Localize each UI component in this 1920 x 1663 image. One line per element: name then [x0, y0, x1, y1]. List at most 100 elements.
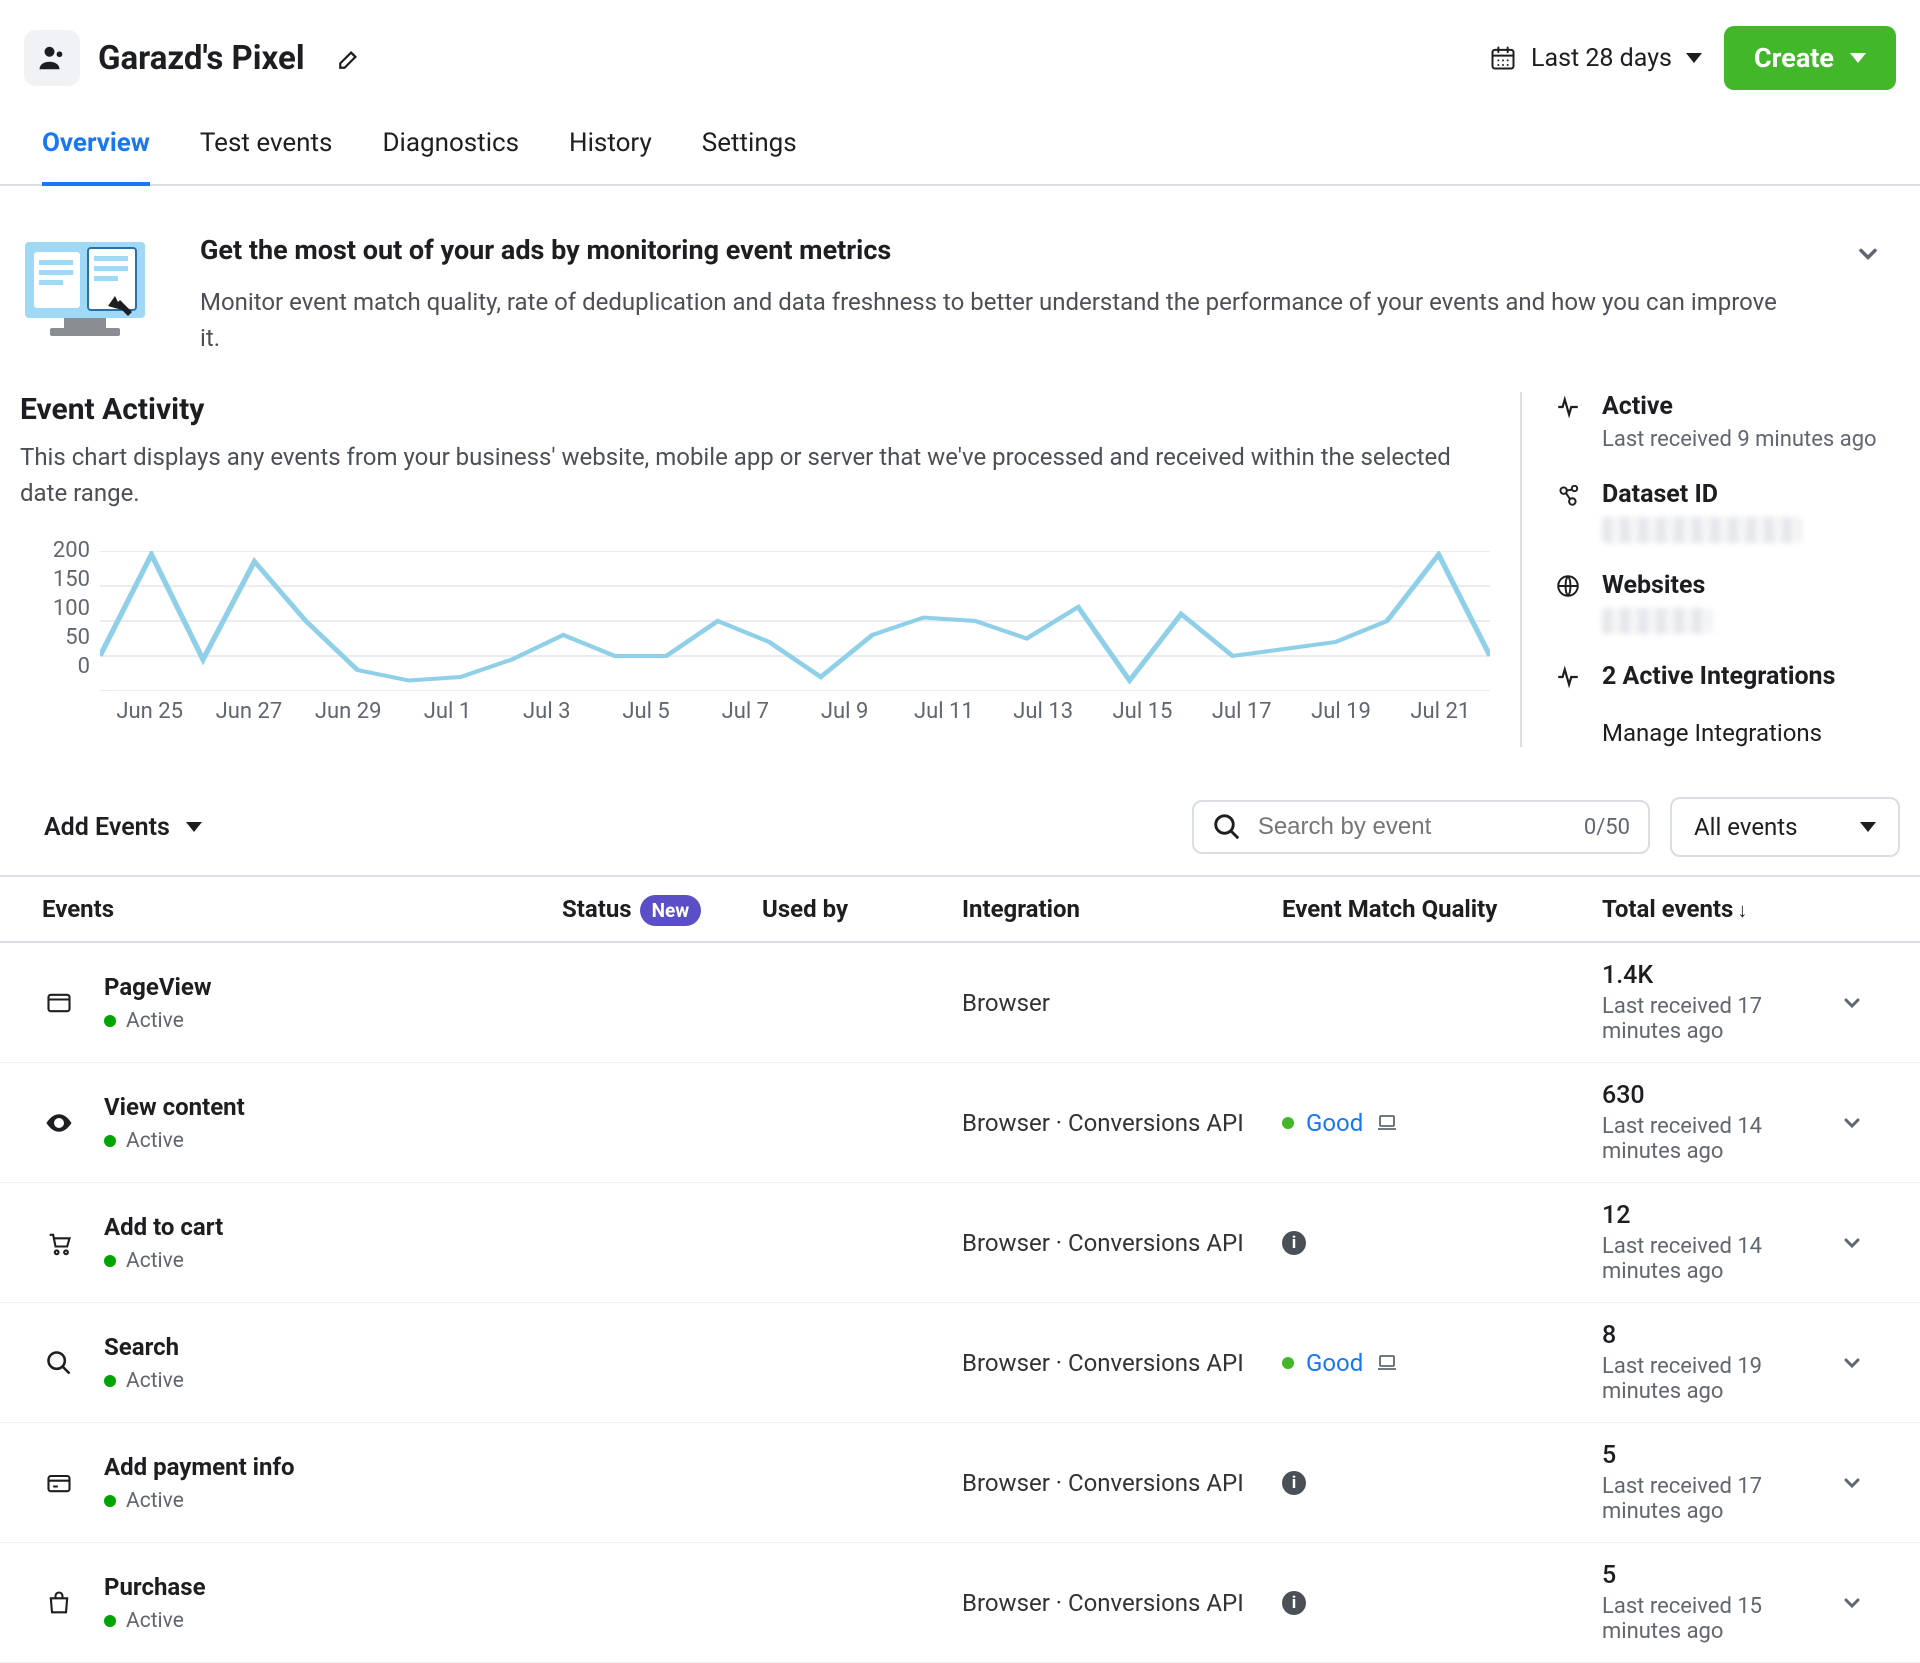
expand-row-button[interactable]: [1840, 1231, 1900, 1255]
quality-cell: i: [1282, 1591, 1602, 1615]
quality-link[interactable]: Good: [1306, 1109, 1363, 1137]
info-icon[interactable]: i: [1282, 1591, 1306, 1615]
event-status: Active: [104, 1249, 223, 1273]
banner-body: Get the most out of your ads by monitori…: [200, 234, 1786, 356]
event-status: Active: [104, 1369, 184, 1393]
search-box[interactable]: 0/50: [1192, 800, 1650, 854]
events-table: Events StatusNew Used by Integration Eve…: [0, 875, 1920, 1663]
info-icon[interactable]: i: [1282, 1231, 1306, 1255]
laptop-icon: [1375, 1351, 1399, 1375]
events-filter-dropdown[interactable]: All events: [1670, 797, 1900, 857]
quality-cell: i: [1282, 1471, 1602, 1495]
tab-settings[interactable]: Settings: [702, 114, 797, 184]
table-row[interactable]: View contentActiveBrowser · Conversions …: [0, 1063, 1920, 1183]
expand-row-button[interactable]: [1840, 1111, 1900, 1135]
title-wrap: Garazd's Pixel: [24, 30, 363, 86]
manage-integrations-link[interactable]: Manage Integrations: [1602, 719, 1900, 747]
expand-row-button[interactable]: [1840, 1591, 1900, 1615]
header: Garazd's Pixel Last 28 days Create: [0, 0, 1920, 100]
side-panel: Active Last received 9 minutes ago Datas…: [1520, 392, 1900, 747]
integration-cell: Browser · Conversions API: [962, 1229, 1282, 1257]
expand-row-button[interactable]: [1840, 1471, 1900, 1495]
date-range-label: Last 28 days: [1531, 44, 1672, 73]
tab-diagnostics[interactable]: Diagnostics: [382, 114, 519, 184]
table-header: Events StatusNew Used by Integration Eve…: [0, 875, 1920, 943]
monitor-icon: [20, 234, 150, 339]
date-range-picker[interactable]: Last 28 days: [1489, 44, 1702, 73]
col-events: Events: [42, 895, 562, 923]
create-button-label: Create: [1754, 42, 1834, 74]
tab-history[interactable]: History: [569, 114, 652, 184]
side-dataset-label: Dataset ID: [1602, 480, 1802, 509]
collapse-banner-button[interactable]: [1836, 234, 1900, 274]
col-total[interactable]: Total events↓: [1602, 895, 1840, 923]
chevron-down-icon: [186, 822, 202, 832]
side-integrations-label: 2 Active Integrations: [1602, 662, 1835, 691]
chevron-down-icon: [1850, 53, 1866, 63]
banner-title: Get the most out of your ads by monitori…: [200, 234, 1786, 266]
eye-icon: [42, 1108, 76, 1138]
page-title: Garazd's Pixel: [98, 39, 305, 78]
event-name: PageView: [104, 973, 211, 1001]
create-button[interactable]: Create: [1724, 26, 1896, 90]
integration-cell: Browser · Conversions API: [962, 1349, 1282, 1377]
table-row[interactable]: Add payment info Active Browser · Conversi…: [0, 1423, 1920, 1543]
calendar-icon: [1489, 44, 1517, 72]
search-input[interactable]: [1256, 812, 1570, 842]
quality-cell: Good: [1282, 1109, 1602, 1137]
banner-desc: Monitor event match quality, rate of ded…: [200, 284, 1786, 356]
sort-desc-icon: ↓: [1737, 898, 1747, 922]
chevron-down-icon: [1860, 822, 1876, 832]
expand-row-button[interactable]: [1840, 1351, 1900, 1375]
event-status: Active: [104, 1489, 295, 1513]
side-active-label: Active: [1602, 392, 1877, 421]
laptop-icon: [1375, 1111, 1399, 1135]
event-name: Add to cart: [104, 1213, 223, 1241]
total-cell: 630Last received 14 minutes ago: [1602, 1081, 1840, 1164]
event-status: Active: [104, 1609, 206, 1633]
event-name: Add payment info: [104, 1453, 295, 1481]
info-icon[interactable]: i: [1282, 1471, 1306, 1495]
table-controls: Add Events 0/50 All events: [0, 747, 1920, 875]
table-row[interactable]: Add to cart Active Browser · Conversions A…: [0, 1183, 1920, 1303]
activity-icon: [1552, 392, 1584, 420]
event-status: Active: [104, 1009, 211, 1033]
cart-icon: [42, 1229, 76, 1257]
activity-icon: [1552, 662, 1584, 690]
table-row[interactable]: Search Active Browser · Conversions API Goo…: [0, 1303, 1920, 1423]
card-icon: [42, 1469, 76, 1497]
quality-link[interactable]: Good: [1306, 1349, 1363, 1377]
event-status: Active: [104, 1129, 245, 1153]
table-row[interactable]: PageViewActiveBrowser1.4KLast received 1…: [0, 943, 1920, 1063]
events-filter-label: All events: [1694, 813, 1798, 841]
tab-overview[interactable]: Overview: [42, 114, 150, 186]
integration-cell: Browser: [962, 989, 1282, 1017]
chevron-down-icon: [1686, 53, 1702, 63]
event-name: Search: [104, 1333, 184, 1361]
globe-icon: [1552, 571, 1584, 599]
dataset-icon: [1552, 480, 1584, 508]
status-dot: [1282, 1357, 1294, 1369]
redacted-value: [1602, 517, 1802, 543]
quality-cell: i: [1282, 1231, 1602, 1255]
bag-icon: [42, 1589, 76, 1617]
expand-row-button[interactable]: [1840, 991, 1900, 1015]
integration-cell: Browser · Conversions API: [962, 1469, 1282, 1497]
status-dot: [1282, 1117, 1294, 1129]
col-integration: Integration: [962, 895, 1282, 923]
activity-title: Event Activity: [20, 392, 1490, 427]
pixel-icon: [24, 30, 80, 86]
tab-test-events[interactable]: Test events: [200, 114, 333, 184]
total-cell: 5Last received 17 minutes ago: [1602, 1441, 1840, 1524]
search-count: 0/50: [1584, 815, 1630, 840]
redacted-value: [1602, 608, 1712, 634]
integration-cell: Browser · Conversions API: [962, 1109, 1282, 1137]
add-events-button[interactable]: Add Events: [20, 813, 202, 842]
col-status: StatusNew: [562, 895, 762, 923]
integration-cell: Browser · Conversions API: [962, 1589, 1282, 1617]
table-row[interactable]: Purchase Active Browser · Conversions APIi…: [0, 1543, 1920, 1663]
side-websites-label: Websites: [1602, 571, 1712, 600]
event-name: Purchase: [104, 1573, 206, 1601]
edit-icon[interactable]: [337, 45, 363, 71]
activity-desc: This chart displays any events from your…: [20, 439, 1490, 511]
